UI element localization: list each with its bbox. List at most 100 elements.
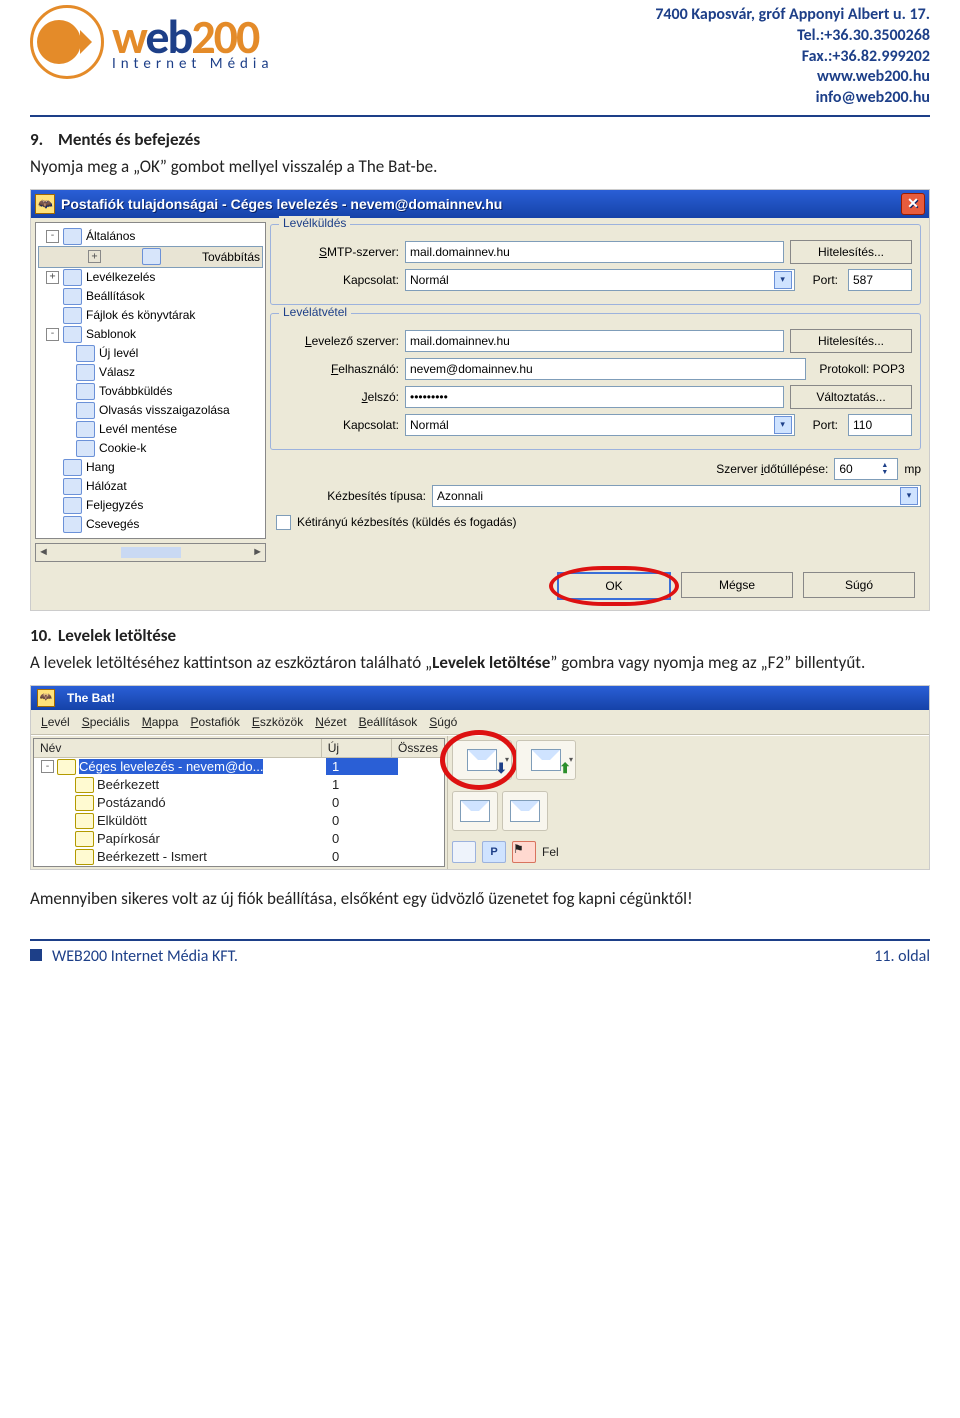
menu-item[interactable]: Súgó: [425, 713, 461, 731]
tree-item[interactable]: Levél mentése: [38, 420, 263, 439]
section-9-title: Mentés és befejezés: [58, 129, 200, 150]
folder-icon: [63, 516, 82, 533]
delivery-value: Azonnali: [437, 489, 483, 503]
tree-item[interactable]: Beállítások: [38, 287, 263, 306]
expand-icon[interactable]: -: [41, 760, 54, 773]
folder-row[interactable]: Postázandó 0: [34, 794, 444, 812]
tree-label: Feljegyzés: [86, 498, 143, 512]
folder-icon: [63, 228, 82, 245]
receive-fieldset: Levélátvétel Levelező szerver: Hitelesít…: [270, 313, 921, 450]
thebat-main-window: 🦇The Bat! LevélSpeciálisMappaPostafiók Es…: [30, 685, 930, 870]
help-button[interactable]: Súgó: [803, 572, 915, 598]
folder-row[interactable]: Beérkezett1: [34, 776, 444, 794]
chevron-down-icon: ▾: [569, 755, 573, 764]
tree-label: Levél mentése: [99, 422, 177, 436]
contact-address: 7400 Kaposvár, gróf Apponyi Albert u. 17…: [655, 5, 930, 26]
expand-icon[interactable]: +: [88, 250, 101, 263]
smtp-conn-select[interactable]: Normál▾: [405, 269, 795, 291]
folder-row[interactable]: Beérkezett - Ismert0: [34, 848, 444, 866]
tree-item[interactable]: Cookie-k: [38, 439, 263, 458]
col-name: Név: [34, 739, 322, 757]
folder-row[interactable]: Elküldött0: [34, 812, 444, 830]
menu-item[interactable]: Eszközök: [248, 713, 307, 731]
folder-label: Papírkosár: [97, 831, 160, 846]
toolbar-forward-button[interactable]: [502, 791, 548, 831]
smtp-label: SMTP-szerver:: [279, 245, 399, 259]
menu-item[interactable]: Postafiók: [186, 713, 243, 731]
mailserver-input[interactable]: [405, 330, 784, 352]
bat-titlebar[interactable]: 🦇The Bat!: [31, 686, 929, 710]
folder-icon: [63, 288, 82, 305]
download-mail-button[interactable]: ⬇▾: [452, 740, 512, 780]
recv-port-input[interactable]: [848, 414, 912, 436]
smtp-port-input[interactable]: [848, 269, 912, 291]
section-10-num: 10.: [30, 625, 58, 646]
password-input[interactable]: [405, 386, 784, 408]
tree-item[interactable]: Új levél: [38, 344, 263, 363]
menu-item[interactable]: Levél: [37, 713, 74, 731]
tree-item[interactable]: Továbbküldés: [38, 382, 263, 401]
folder-icon: [63, 478, 82, 495]
parking-icon[interactable]: P: [482, 841, 506, 863]
expand-icon[interactable]: +: [46, 271, 59, 284]
tree-item[interactable]: Fájlok és könyvtárak: [38, 306, 263, 325]
folder-label: Postázandó: [97, 795, 166, 810]
menu-item[interactable]: Mappa: [138, 713, 183, 731]
footer-company: WEB200 Internet Média KFT.: [52, 947, 238, 966]
tree-scrollbar[interactable]: ◄►: [35, 543, 266, 562]
close-icon[interactable]: ✕: [901, 193, 925, 215]
tree-item[interactable]: Hálózat: [38, 477, 263, 496]
expand-icon[interactable]: -: [46, 328, 59, 341]
menu-item[interactable]: Speciális: [78, 713, 134, 731]
footer-page: 11. oldal: [874, 947, 930, 966]
recv-auth-button[interactable]: Hitelesítés...: [790, 329, 912, 353]
bidirectional-checkbox[interactable]: Kétirányú kézbesítés (küldés és fogadás): [276, 515, 921, 530]
user-input[interactable]: [405, 358, 806, 380]
ok-button[interactable]: OK: [557, 572, 671, 600]
change-button[interactable]: Változtatás...: [790, 385, 912, 409]
tree-item[interactable]: - Általános: [38, 227, 263, 246]
folder-new-count: 0: [326, 794, 398, 811]
send-fieldset: Levélküldés SMTP-szerver: Hitelesítés...…: [270, 224, 921, 305]
envelope-icon: [510, 800, 540, 822]
send-mail-button[interactable]: ⬆▾: [516, 740, 576, 780]
tree-item[interactable]: +Továbbítás: [38, 246, 263, 268]
dialog-titlebar[interactable]: 🦇Postafiók tulajdonságai - Céges levelez…: [31, 190, 929, 218]
menu-item[interactable]: Beállítások: [355, 713, 422, 731]
tree-item[interactable]: -Sablonok: [38, 325, 263, 344]
tree-item[interactable]: Válasz: [38, 363, 263, 382]
app-icon: 🦇: [35, 194, 55, 214]
tree-item[interactable]: +Levélkezelés: [38, 268, 263, 287]
closing-text: Amennyiben sikeres volt az új fiók beáll…: [30, 888, 930, 909]
tree-item[interactable]: Hang: [38, 458, 263, 477]
envelope-icon: [467, 749, 497, 771]
settings-tree[interactable]: - Általános +Továbbítás+LevélkezelésBeállí…: [35, 222, 266, 539]
recv-conn-select[interactable]: Normál▾: [405, 414, 795, 436]
flag-icon[interactable]: ⚑: [512, 841, 536, 863]
mailserver-label: Levelező szerver:: [279, 334, 399, 348]
page-footer: WEB200 Internet Média KFT. 11. oldal: [30, 939, 930, 966]
tree-item[interactable]: Csevegés: [38, 515, 263, 534]
tree-label: Általános: [86, 229, 135, 243]
mail-icon[interactable]: [452, 841, 476, 863]
folder-row[interactable]: Papírkosár0: [34, 830, 444, 848]
smtp-input[interactable]: [405, 241, 784, 263]
delivery-select[interactable]: Azonnali▾: [432, 485, 921, 507]
bat-title: The Bat!: [67, 691, 115, 705]
expand-icon[interactable]: -: [46, 230, 59, 243]
folder-tree[interactable]: Név Új Összes -Céges levelezés - nevem@d…: [33, 738, 445, 867]
folder-row[interactable]: -Céges levelezés - nevem@do...1: [34, 758, 444, 776]
folder-new-count: 1: [326, 758, 398, 775]
cancel-button[interactable]: Mégse: [681, 572, 793, 598]
tree-item[interactable]: Feljegyzés: [38, 496, 263, 515]
timeout-spinner[interactable]: 60▲▼: [834, 458, 898, 480]
folder-icon: [76, 364, 95, 381]
tree-item[interactable]: Olvasás visszaigazolása: [38, 401, 263, 420]
toolbar-reply-button[interactable]: [452, 791, 498, 831]
smtp-auth-button[interactable]: Hitelesítés...: [790, 240, 912, 264]
section-9-text: Nyomja meg a „OK” gombot mellyel visszal…: [30, 156, 930, 177]
menu-item[interactable]: Nézet: [311, 713, 350, 731]
send-legend: Levélküldés: [279, 216, 350, 230]
menubar[interactable]: LevélSpeciálisMappaPostafiók EszközökNéze…: [31, 710, 929, 735]
toolbar: ⬇▾ ⬆▾ P ⚑ Fel: [447, 736, 929, 869]
